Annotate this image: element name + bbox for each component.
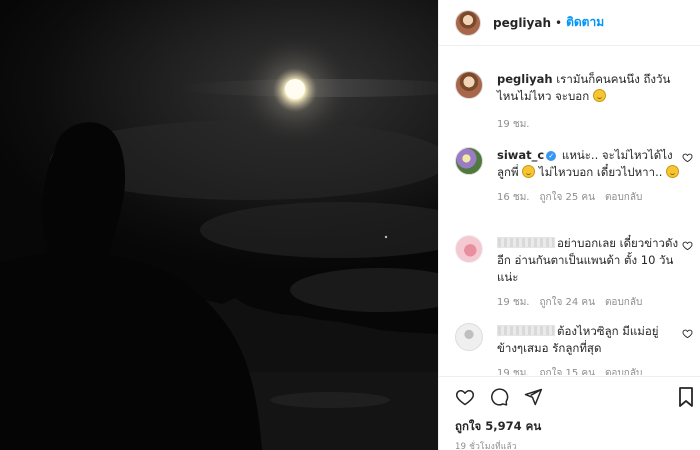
reply-button[interactable]: ตอบกลับ [605,295,642,310]
cloud [200,202,438,258]
comment-item: siwat_c ✓ แหน่ะ.. จะไม่ไหวได้ไงลูกพี่ ไม่… [455,147,695,205]
comment-text: pegliyah เรามันก็คนคนนึง ถึงวันไหนไม่ไหว… [497,71,683,105]
paper-plane-icon[interactable] [523,387,543,407]
comment-item: อย่าบอกเลย เดี๋ยวข่าวดังอีก อ่านกันตาเป็… [455,235,695,310]
comment-avatar[interactable] [455,147,483,175]
moon [285,79,305,99]
verified-badge-icon: ✓ [546,151,557,161]
comment-text: อย่าบอกเลย เดี๋ยวข่าวดังอีก อ่านกันตาเป็… [497,235,683,286]
comment-likes[interactable]: ถูกใจ 25 คน [539,190,594,205]
comment-text: siwat_c ✓ แหน่ะ.. จะไม่ไหวได้ไงลูกพี่ ไม่… [497,147,683,181]
comment-body-continued: ไม่ไหวบอก เดี๋ยวไปหาา.. [538,165,663,179]
comment-meta: 19 ชม. ถูกใจ 15 คน ตอบกลับ [497,366,683,375]
like-count[interactable]: ถูกใจ 5,974 คน [455,418,541,436]
comment-username[interactable]: siwat_c [497,148,544,162]
grin-face-icon [666,165,680,178]
comment-bubble-icon[interactable] [489,387,509,407]
comment-text: ต้องไหวซิลูก มีแม่อยู่ข้างๆเสมอ รักลูกที… [497,323,683,357]
comment-avatar[interactable] [455,323,483,351]
comment-time[interactable]: 16 ชม. [497,190,529,205]
grin-face-icon [522,165,536,178]
comment-likes[interactable]: ถูกใจ 15 คน [539,366,594,375]
post-actions: ถูกใจ 5,974 คน 19 ชั่วโมงที่แล้ว [439,376,700,450]
heart-outline-icon[interactable] [455,387,475,407]
comment-avatar[interactable] [455,235,483,263]
comment-meta: 16 ชม. ถูกใจ 25 คน ตอบกลับ [497,190,683,205]
comment-time[interactable]: 19 ชม. [497,117,529,132]
comment-list: pegliyah เรามันก็คนคนนึง ถึงวันไหนไม่ไหว… [439,47,700,375]
reply-button[interactable]: ตอบกลับ [605,366,642,375]
water [240,372,438,450]
comment-like-heart-icon[interactable] [682,240,693,251]
comment-like-heart-icon[interactable] [682,152,693,163]
comment-meta: 19 ชม. [497,117,683,132]
instagram-post: pegliyah • ติดตาม pegliyah เรามันก็คนคนน… [0,0,700,450]
bookmark-icon[interactable] [679,387,693,407]
grin-face-icon [592,89,606,102]
post-header: pegliyah • ติดตาม [439,0,700,46]
separator-dot: • [555,15,563,30]
comment-like-heart-icon[interactable] [682,328,693,339]
comment-avatar[interactable] [455,71,483,99]
comment-time[interactable]: 19 ชม. [497,295,529,310]
comment-item: ต้องไหวซิลูก มีแม่อยู่ข้างๆเสมอ รักลูกที… [455,323,695,375]
comment-likes[interactable]: ถูกใจ 24 คน [539,295,594,310]
follow-button[interactable]: ติดตาม [566,13,604,32]
cloud [290,268,438,312]
post-sidebar: pegliyah • ติดตาม pegliyah เรามันก็คนคนน… [438,0,700,450]
water-reflection [270,392,390,408]
post-timestamp[interactable]: 19 ชั่วโมงที่แล้ว [455,439,517,450]
star [384,235,388,239]
post-photo[interactable] [0,0,438,450]
author-username[interactable]: pegliyah [493,16,551,30]
caption-comment: pegliyah เรามันก็คนคนนึง ถึงวันไหนไม่ไหว… [455,71,695,132]
blurred-username[interactable] [497,237,555,248]
reply-button[interactable]: ตอบกลับ [605,190,642,205]
author-avatar[interactable] [455,9,481,36]
comment-time[interactable]: 19 ชม. [497,366,529,375]
blurred-username[interactable] [497,325,555,336]
comment-meta: 19 ชม. ถูกใจ 24 คน ตอบกลับ [497,295,683,310]
comment-username[interactable]: pegliyah [497,72,553,86]
night-scene-image [0,35,438,450]
